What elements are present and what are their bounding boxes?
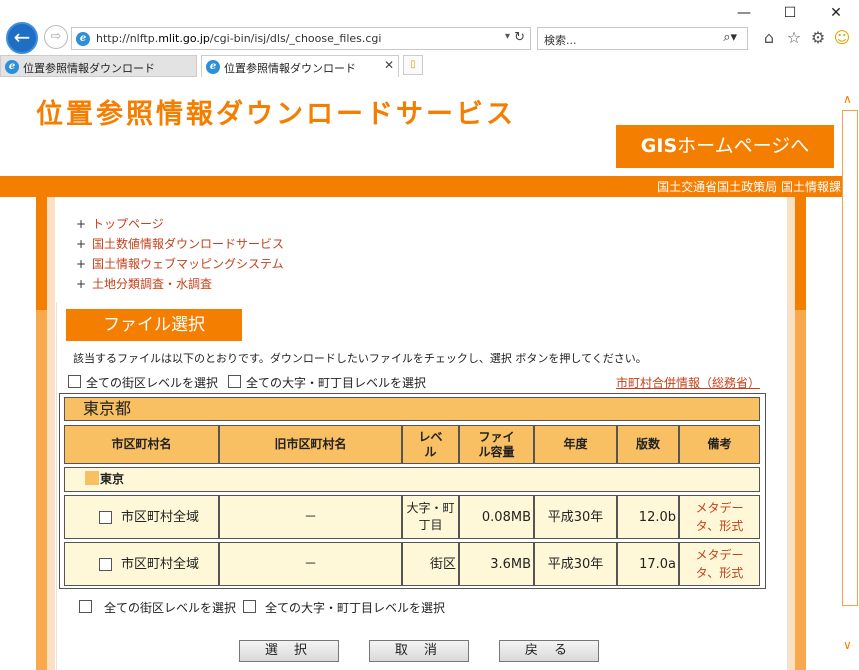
- col-header-level: レベル: [402, 425, 459, 464]
- table-row-1-size: 0.08MB: [459, 495, 534, 539]
- checkbox[interactable]: [228, 375, 241, 388]
- metadata-format-link[interactable]: メタデータ、形式: [688, 546, 751, 582]
- refresh-icon[interactable]: ↻: [514, 30, 525, 45]
- table-row-1-year: 平成30年: [534, 495, 617, 539]
- scrollbar-thumb[interactable]: [842, 110, 858, 606]
- select-all-town-top[interactable]: 全ての大字・町丁目レベルを選択: [228, 374, 426, 391]
- select-all-block-bottom[interactable]: 全ての街区レベルを選択: [79, 599, 236, 616]
- instructions: 該当するファイルは以下のとおりです。ダウンロードしたいファイルをチェックし、選択…: [73, 352, 647, 365]
- city-group-header: 東京: [64, 467, 760, 492]
- site-title: 位置参照情報ダウンロードサービス: [36, 99, 516, 130]
- col-header-size: ファイル容量: [459, 425, 534, 464]
- settings-gear-icon[interactable]: ⚙: [808, 28, 828, 48]
- col-header-old-city: 旧市区町村名: [219, 425, 402, 464]
- ministry-label: 国土交通省国土政策局 国土情報課: [657, 180, 841, 194]
- table-row-1-name[interactable]: 市区町村全域: [64, 495, 219, 539]
- tab-label: 位置参照情報ダウンロード: [224, 62, 356, 75]
- favorites-star-icon[interactable]: ☆: [784, 28, 804, 48]
- col-header-note: 備考: [679, 425, 760, 464]
- table-row-1-version: 12.0b: [617, 495, 679, 539]
- nav-item: + 国土情報ウェブマッピングシステム: [76, 257, 284, 271]
- select-all-town-bottom[interactable]: 全ての大字・町丁目レベルを選択: [243, 599, 445, 616]
- close-window-icon[interactable]: ✕: [822, 2, 850, 24]
- gis-homepage-button[interactable]: GISホームページへ: [616, 125, 834, 168]
- table-row-1-level: 大字・町丁目: [402, 495, 459, 539]
- metadata-format-link[interactable]: メタデータ、形式: [688, 499, 751, 535]
- nav-item: + トップページ: [76, 217, 164, 231]
- table-row-1-old-name: －: [219, 495, 402, 539]
- col-header-city: 市区町村名: [64, 425, 219, 464]
- checkbox[interactable]: [68, 375, 81, 388]
- close-tab-icon[interactable]: ✕: [384, 58, 394, 72]
- group-marker-icon: [85, 471, 99, 485]
- table-row-2-year: 平成30年: [534, 542, 617, 586]
- select-all-block-top[interactable]: 全ての街区レベルを選択: [68, 374, 218, 391]
- nav-link-top[interactable]: トップページ: [92, 217, 164, 231]
- table-row-2-size: 3.6MB: [459, 542, 534, 586]
- checkbox[interactable]: [79, 600, 92, 613]
- tab-active[interactable]: e 位置参照情報ダウンロード ✕: [201, 55, 399, 77]
- ie-logo-icon: e: [76, 32, 90, 46]
- nav-item: + 土地分類調査・水調査: [76, 277, 213, 291]
- address-url: http://nlftp.mlit.go.jp/cgi-bin/isj/dls/…: [96, 32, 382, 45]
- right-frame-light: [795, 310, 806, 670]
- search-box[interactable]: 検索... ⌕▾: [537, 27, 748, 50]
- prefecture-header: 東京都: [64, 397, 760, 421]
- nav-links: + トップページ + 国土数値情報ダウンロードサービス + 国土情報ウェブマッピングシ…: [76, 214, 284, 294]
- tab-label: 位置参照情報ダウンロード: [23, 62, 155, 75]
- search-placeholder: 検索...: [544, 34, 577, 47]
- smiley-feedback-icon[interactable]: ☺: [832, 28, 852, 48]
- scroll-up-icon[interactable]: ∧: [843, 92, 852, 106]
- nav-link-land-survey[interactable]: 土地分類調査・水調査: [92, 277, 212, 291]
- left-frame-inner: [47, 197, 55, 670]
- nav-item: + 国土数値情報ダウンロードサービス: [76, 237, 285, 251]
- ie-logo-icon: e: [5, 60, 19, 74]
- browser-chrome: — ☐ ✕ ← ⇨ e http://nlftp.mlit.go.jp/cgi-…: [0, 0, 859, 78]
- col-header-year: 年度: [534, 425, 617, 464]
- table-row-2-old-name: －: [219, 542, 402, 586]
- table-row-2-note: メタデータ、形式: [679, 542, 760, 586]
- tab-inactive[interactable]: e 位置参照情報ダウンロード: [0, 55, 197, 77]
- nav-link-webmap[interactable]: 国土情報ウェブマッピングシステム: [92, 257, 284, 271]
- maximize-icon[interactable]: ☐: [776, 2, 804, 24]
- checkbox[interactable]: [99, 510, 112, 524]
- home-icon[interactable]: ⌂: [759, 28, 779, 48]
- forward-arrow-icon[interactable]: ⇨: [44, 25, 68, 49]
- back-arrow-icon[interactable]: ←: [6, 22, 38, 54]
- ie-logo-icon: e: [206, 60, 220, 74]
- table-row-2-name[interactable]: 市区町村全域: [64, 542, 219, 586]
- search-icon[interactable]: ⌕▾: [723, 30, 737, 45]
- back-button[interactable]: 戻 る: [499, 640, 599, 662]
- new-tab-icon[interactable]: ▯: [403, 55, 423, 75]
- left-frame-light: [36, 310, 47, 670]
- checkbox[interactable]: [243, 600, 256, 613]
- section-title: ファイル選択: [66, 309, 242, 341]
- select-button[interactable]: 選 択: [239, 640, 339, 662]
- cancel-button[interactable]: 取 消: [369, 640, 469, 662]
- right-frame-inner: [787, 197, 795, 670]
- address-dropdown-icon[interactable]: ▾: [505, 31, 510, 42]
- merge-info-link[interactable]: 市町村合併情報（総務省）: [616, 374, 760, 391]
- col-header-version: 版数: [617, 425, 679, 464]
- table-row-2-version: 17.0a: [617, 542, 679, 586]
- checkbox[interactable]: [99, 557, 112, 571]
- table-row-1-note: メタデータ、形式: [679, 495, 760, 539]
- minimize-icon[interactable]: —: [730, 2, 758, 24]
- nav-link-ksj[interactable]: 国土数値情報ダウンロードサービス: [92, 237, 284, 251]
- scroll-down-icon[interactable]: ∨: [843, 638, 852, 652]
- table-row-2-level: 街区: [402, 542, 459, 586]
- address-bar[interactable]: e http://nlftp.mlit.go.jp/cgi-bin/isj/dl…: [71, 27, 531, 50]
